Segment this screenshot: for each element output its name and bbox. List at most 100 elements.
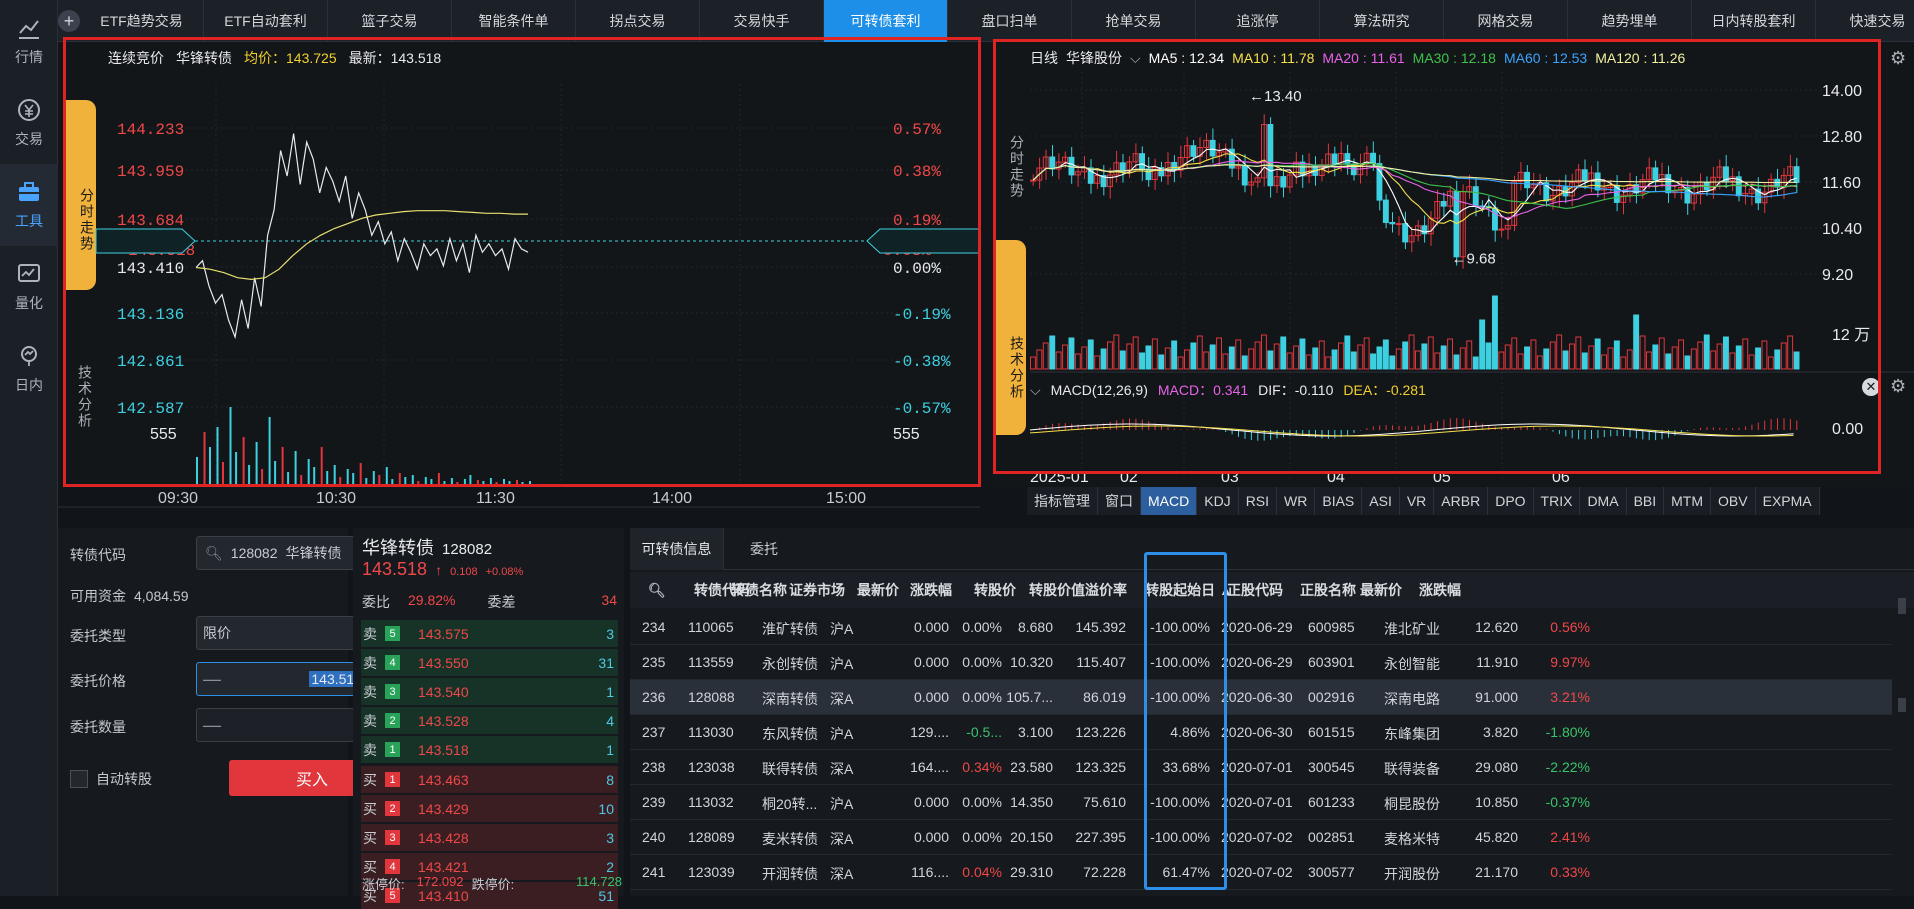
- candle-body: [1209, 139, 1216, 157]
- column-header[interactable]: 溢价率: [1066, 572, 1146, 608]
- table-cell: 20.150: [1010, 829, 1053, 845]
- ask-row[interactable]: 卖 3 143.540 1: [361, 678, 618, 705]
- table-cell: 麦格米特: [1384, 831, 1440, 847]
- tab-14[interactable]: 快速交易: [1816, 0, 1914, 42]
- column-header[interactable]: 证券市场: [778, 572, 856, 608]
- table-cell: 3.21%: [1550, 689, 1590, 705]
- volume-bar: [1427, 336, 1434, 370]
- indicator-16[interactable]: EXPMA: [1756, 487, 1820, 515]
- volume-bar: [1171, 340, 1178, 370]
- tab-11[interactable]: 网格交易: [1444, 0, 1568, 42]
- table-cell: 深A: [830, 831, 854, 847]
- indicator-10[interactable]: DPO: [1488, 487, 1534, 515]
- tab-6[interactable]: 可转债套利: [824, 0, 948, 42]
- indicator-4[interactable]: RSI: [1239, 487, 1278, 515]
- column-header[interactable]: 正股代码: [1220, 572, 1290, 608]
- volume-bar: [1735, 345, 1742, 370]
- y-tick-left: 143.136: [117, 306, 184, 324]
- auto-convert-row[interactable]: 自动转股: [70, 769, 152, 789]
- table-cell: 东风转债: [762, 726, 818, 742]
- volume-bar: [476, 480, 479, 487]
- tab-7[interactable]: 盘口扫单: [948, 0, 1072, 42]
- candle-body: [1241, 165, 1248, 186]
- indicator-9[interactable]: ARBR: [1434, 487, 1489, 515]
- volume-bar: [1729, 352, 1736, 370]
- tab-orders[interactable]: 委托: [724, 528, 804, 570]
- nav-quant[interactable]: 量化: [0, 246, 58, 328]
- add-tab-button[interactable]: +: [58, 0, 80, 42]
- indicator-13[interactable]: BBI: [1627, 487, 1665, 515]
- level-label: 买: [363, 829, 377, 846]
- checkbox[interactable]: [70, 770, 88, 788]
- tab-1[interactable]: ETF自动套利: [204, 0, 328, 42]
- column-header[interactable]: 涨跌幅: [899, 572, 963, 608]
- volume-bar: [333, 465, 336, 487]
- volume-bar: [320, 447, 323, 487]
- level-badge: 4: [385, 859, 400, 874]
- tab-10[interactable]: 算法研究: [1320, 0, 1444, 42]
- nav-market[interactable]: 行情: [0, 0, 58, 82]
- volume-bar: [404, 477, 407, 487]
- tab-12[interactable]: 趋势埋单: [1568, 0, 1692, 42]
- volume-bar: [1447, 338, 1454, 370]
- indicator-15[interactable]: OBV: [1711, 487, 1756, 515]
- tab-4[interactable]: 拐点交易: [576, 0, 700, 42]
- tab-0[interactable]: ETF趋势交易: [80, 0, 204, 42]
- tab-3[interactable]: 智能条件单: [452, 0, 576, 42]
- scrollbar-thumb[interactable]: [1898, 598, 1906, 614]
- nav-trade[interactable]: 交易: [0, 82, 58, 164]
- tab-9[interactable]: 追涨停: [1196, 0, 1320, 42]
- tab-bond-info[interactable]: 可转债信息: [630, 528, 724, 570]
- bid-row[interactable]: 买 2 143.429 10: [361, 795, 618, 822]
- table-cell: 128088: [688, 689, 735, 705]
- table-cell: 601515: [1308, 724, 1355, 740]
- volume-bar: [1633, 314, 1640, 370]
- bid-row[interactable]: 买 3 143.428 3: [361, 824, 618, 851]
- volume-bar: [1338, 342, 1344, 370]
- column-header[interactable]: 涨跌幅: [1406, 572, 1474, 608]
- table-cell: -0.37%: [1545, 794, 1590, 810]
- scrollbar-thumb[interactable]: [1898, 698, 1906, 712]
- ask-row[interactable]: 卖 2 143.528 4: [361, 707, 618, 734]
- indicator-5[interactable]: WR: [1277, 487, 1316, 515]
- table-cell: 2020-06-30: [1221, 724, 1293, 740]
- indicator-3[interactable]: KDJ: [1197, 487, 1239, 515]
- column-header[interactable]: 转股价: [960, 572, 1030, 608]
- level-volume: 2: [606, 858, 614, 875]
- volume-bar: [1780, 342, 1787, 370]
- table-cell: 239: [642, 794, 666, 810]
- ask-row[interactable]: 卖 5 143.575 3: [361, 620, 618, 647]
- volume-bar: [1113, 334, 1120, 370]
- table-cell: 3.820: [1482, 724, 1518, 740]
- tab-2[interactable]: 篮子交易: [328, 0, 452, 42]
- indicator-12[interactable]: DMA: [1580, 487, 1627, 515]
- indicator-2[interactable]: MACD: [1141, 487, 1198, 515]
- nav-intraday[interactable]: 日内: [0, 328, 58, 410]
- table-cell: 深南转债: [762, 691, 818, 707]
- ask-row[interactable]: 卖 1 143.518 1: [361, 736, 618, 763]
- bid-row[interactable]: 买 1 143.463 8: [361, 766, 618, 793]
- tab-13[interactable]: 日内转股套利: [1692, 0, 1816, 42]
- table-cell: 永创智能: [1384, 656, 1440, 672]
- indicator-8[interactable]: VR: [1400, 487, 1435, 515]
- column-header[interactable]: 最新价: [1349, 572, 1413, 608]
- candle-body: [1793, 166, 1800, 183]
- volume-bar: [1081, 346, 1088, 370]
- volume-bar: [1389, 355, 1396, 370]
- tab-8[interactable]: 抢单交易: [1072, 0, 1196, 42]
- indicator-7[interactable]: ASI: [1362, 487, 1400, 515]
- indicator-6[interactable]: BIAS: [1315, 487, 1363, 515]
- indicator-0[interactable]: 指标管理: [1027, 487, 1098, 515]
- table-cell: 桐20转...: [762, 796, 818, 812]
- ask-row[interactable]: 卖 4 143.550 31: [361, 649, 618, 676]
- nav-tools[interactable]: 工具: [0, 164, 58, 246]
- minus-icon[interactable]: —: [197, 669, 227, 690]
- indicator-1[interactable]: 窗口: [1098, 487, 1141, 515]
- tab-5[interactable]: 交易快手: [700, 0, 824, 42]
- search-icon[interactable]: 🔍︎: [648, 572, 666, 608]
- table-cell: 8.680: [1017, 619, 1053, 635]
- volume-bar: [294, 451, 297, 487]
- minus-icon[interactable]: —: [197, 715, 227, 736]
- indicator-14[interactable]: MTM: [1664, 487, 1712, 515]
- indicator-11[interactable]: TRIX: [1534, 487, 1581, 515]
